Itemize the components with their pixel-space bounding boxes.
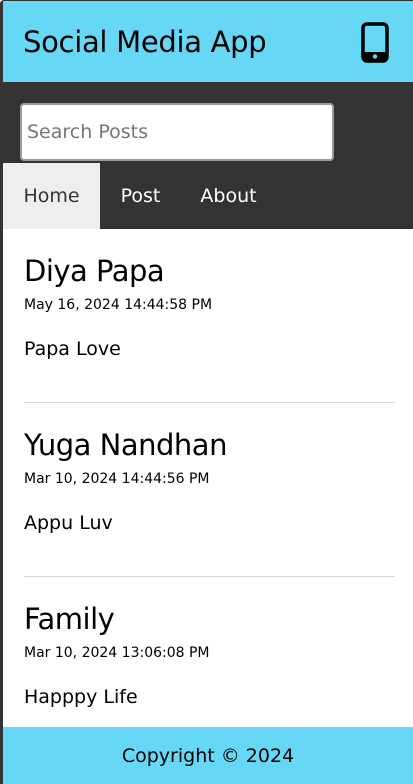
post-body: Papa Love bbox=[24, 338, 121, 360]
post-item[interactable]: Family Mar 10, 2024 13:06:08 PM Happpy L… bbox=[24, 577, 395, 751]
search-input[interactable] bbox=[20, 103, 334, 161]
navigation-bar: Home Post About bbox=[3, 82, 413, 229]
tab-home[interactable]: Home bbox=[3, 163, 100, 229]
post-feed: Diya Papa May 16, 2024 14:44:58 PM Papa … bbox=[24, 229, 395, 751]
post-title[interactable]: Family bbox=[24, 601, 115, 637]
post-title[interactable]: Yuga Nandhan bbox=[24, 427, 227, 463]
app-title: Social Media App bbox=[23, 25, 267, 59]
app-header: Social Media App bbox=[3, 1, 413, 82]
copyright-text: Copyright © 2024 bbox=[121, 745, 295, 767]
post-datetime: May 16, 2024 14:44:58 PM bbox=[24, 297, 213, 313]
post-item[interactable]: Diya Papa May 16, 2024 14:44:58 PM Papa … bbox=[24, 229, 395, 403]
post-datetime: Mar 10, 2024 14:44:56 PM bbox=[24, 471, 210, 487]
nav-tabs: Home Post About bbox=[3, 163, 276, 229]
post-datetime: Mar 10, 2024 13:06:08 PM bbox=[24, 645, 210, 661]
tab-about[interactable]: About bbox=[181, 163, 276, 229]
mobile-phone-icon bbox=[361, 22, 389, 63]
tab-post[interactable]: Post bbox=[100, 163, 181, 229]
post-body: Happpy Life bbox=[24, 686, 138, 708]
post-item[interactable]: Yuga Nandhan Mar 10, 2024 14:44:56 PM Ap… bbox=[24, 403, 395, 577]
post-title[interactable]: Diya Papa bbox=[24, 253, 165, 289]
app-footer: Copyright © 2024 bbox=[3, 727, 413, 784]
app-window: Social Media App Home Post About Diya Pa… bbox=[0, 0, 413, 784]
post-body: Appu Luv bbox=[24, 512, 113, 534]
